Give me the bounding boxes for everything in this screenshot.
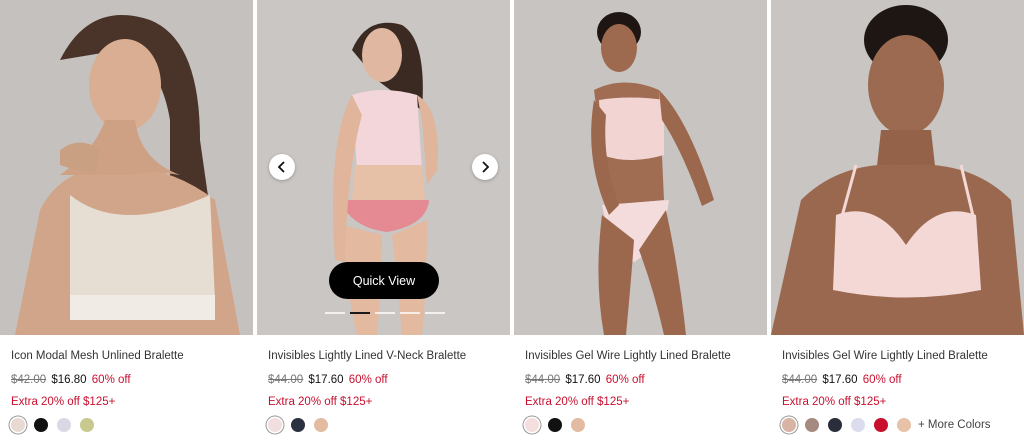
more-colors-link[interactable]: + More Colors	[918, 419, 991, 431]
product-card[interactable]: Icon Modal Mesh Unlined Bralette $42.00 …	[0, 0, 253, 440]
carousel-prev-button[interactable]	[269, 154, 295, 180]
promo-text: Extra 20% off $125+	[268, 396, 373, 408]
promo-text: Extra 20% off $125+	[525, 396, 630, 408]
color-swatch[interactable]	[268, 418, 282, 432]
chevron-left-icon	[277, 161, 285, 173]
sale-price: $16.80	[51, 374, 87, 386]
price-row: $42.00 $16.80 60% off	[11, 374, 131, 386]
carousel-indicator[interactable]	[325, 312, 345, 314]
carousel-indicators	[325, 312, 445, 314]
color-swatches	[268, 418, 328, 432]
chevron-right-icon	[482, 161, 490, 173]
product-image-carousel[interactable]: Quick View	[257, 0, 510, 335]
color-swatch[interactable]	[34, 418, 48, 432]
color-swatch[interactable]	[57, 418, 71, 432]
product-card[interactable]: Invisibles Gel Wire Lightly Lined Bralet…	[771, 0, 1024, 440]
discount-label: 60% off	[348, 374, 388, 386]
discount-label: 60% off	[862, 374, 902, 386]
color-swatches: + More Colors	[782, 418, 991, 432]
product-name[interactable]: Icon Modal Mesh Unlined Bralette	[11, 350, 184, 362]
product-image[interactable]	[771, 0, 1024, 335]
original-price: $44.00	[268, 374, 304, 386]
product-name[interactable]: Invisibles Gel Wire Lightly Lined Bralet…	[782, 350, 988, 362]
product-image[interactable]	[0, 0, 253, 335]
color-swatch[interactable]	[874, 418, 888, 432]
color-swatches	[11, 418, 94, 432]
price-row: $44.00 $17.60 60% off	[782, 374, 902, 386]
color-swatch[interactable]	[548, 418, 562, 432]
original-price: $44.00	[525, 374, 561, 386]
product-card[interactable]: Invisibles Gel Wire Lightly Lined Bralet…	[514, 0, 767, 440]
carousel-indicator[interactable]	[425, 312, 445, 314]
color-swatch[interactable]	[851, 418, 865, 432]
color-swatches	[525, 418, 585, 432]
promo-text: Extra 20% off $125+	[782, 396, 887, 408]
product-name[interactable]: Invisibles Gel Wire Lightly Lined Bralet…	[525, 350, 731, 362]
promo-text: Extra 20% off $125+	[11, 396, 116, 408]
product-card[interactable]: Quick View Invisibles Lightly Lined V-Ne…	[257, 0, 510, 440]
price-row: $44.00 $17.60 60% off	[268, 374, 388, 386]
carousel-indicator-active[interactable]	[350, 312, 370, 314]
carousel-next-button[interactable]	[472, 154, 498, 180]
color-swatch[interactable]	[782, 418, 796, 432]
sale-price: $17.60	[308, 374, 344, 386]
color-swatch[interactable]	[571, 418, 585, 432]
color-swatch[interactable]	[805, 418, 819, 432]
color-swatch[interactable]	[897, 418, 911, 432]
product-name[interactable]: Invisibles Lightly Lined V-Neck Bralette	[268, 350, 466, 362]
original-price: $42.00	[11, 374, 47, 386]
color-swatch[interactable]	[80, 418, 94, 432]
sale-price: $17.60	[565, 374, 601, 386]
discount-label: 60% off	[91, 374, 131, 386]
color-swatch[interactable]	[314, 418, 328, 432]
carousel-indicator[interactable]	[375, 312, 395, 314]
product-grid: Icon Modal Mesh Unlined Bralette $42.00 …	[0, 0, 1024, 440]
price-row: $44.00 $17.60 60% off	[525, 374, 645, 386]
discount-label: 60% off	[605, 374, 645, 386]
color-swatch[interactable]	[11, 418, 25, 432]
product-image[interactable]	[514, 0, 767, 335]
color-swatch[interactable]	[291, 418, 305, 432]
color-swatch[interactable]	[525, 418, 539, 432]
color-swatch[interactable]	[828, 418, 842, 432]
carousel-indicator[interactable]	[400, 312, 420, 314]
quick-view-button[interactable]: Quick View	[329, 262, 439, 299]
original-price: $44.00	[782, 374, 818, 386]
sale-price: $17.60	[822, 374, 858, 386]
